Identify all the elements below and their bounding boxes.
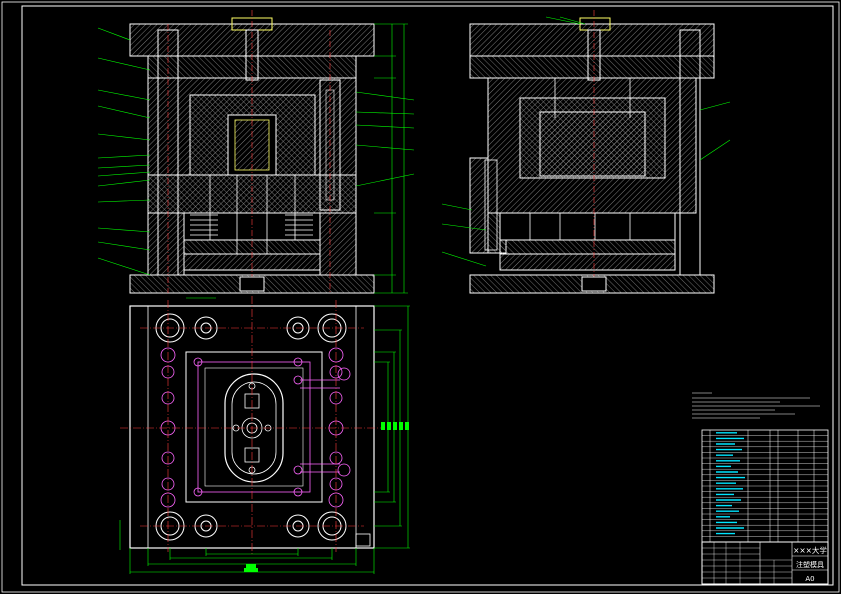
inner-frame bbox=[21, 5, 834, 586]
school-name: ×××大学 bbox=[793, 545, 827, 555]
title-block: ×××大学 注塑模具 A0 bbox=[701, 541, 829, 585]
side-section-view bbox=[441, 10, 731, 294]
plan-view bbox=[119, 296, 410, 574]
sheet-size: A0 bbox=[805, 575, 814, 583]
outer-frame bbox=[1, 1, 840, 593]
front-section-view bbox=[97, 10, 415, 294]
parts-list bbox=[701, 429, 829, 543]
cad-drawing-canvas: ×××大学 注塑模具 A0 bbox=[1, 1, 840, 593]
technical-notes bbox=[692, 392, 820, 419]
drawing-name: 注塑模具 bbox=[796, 560, 824, 569]
